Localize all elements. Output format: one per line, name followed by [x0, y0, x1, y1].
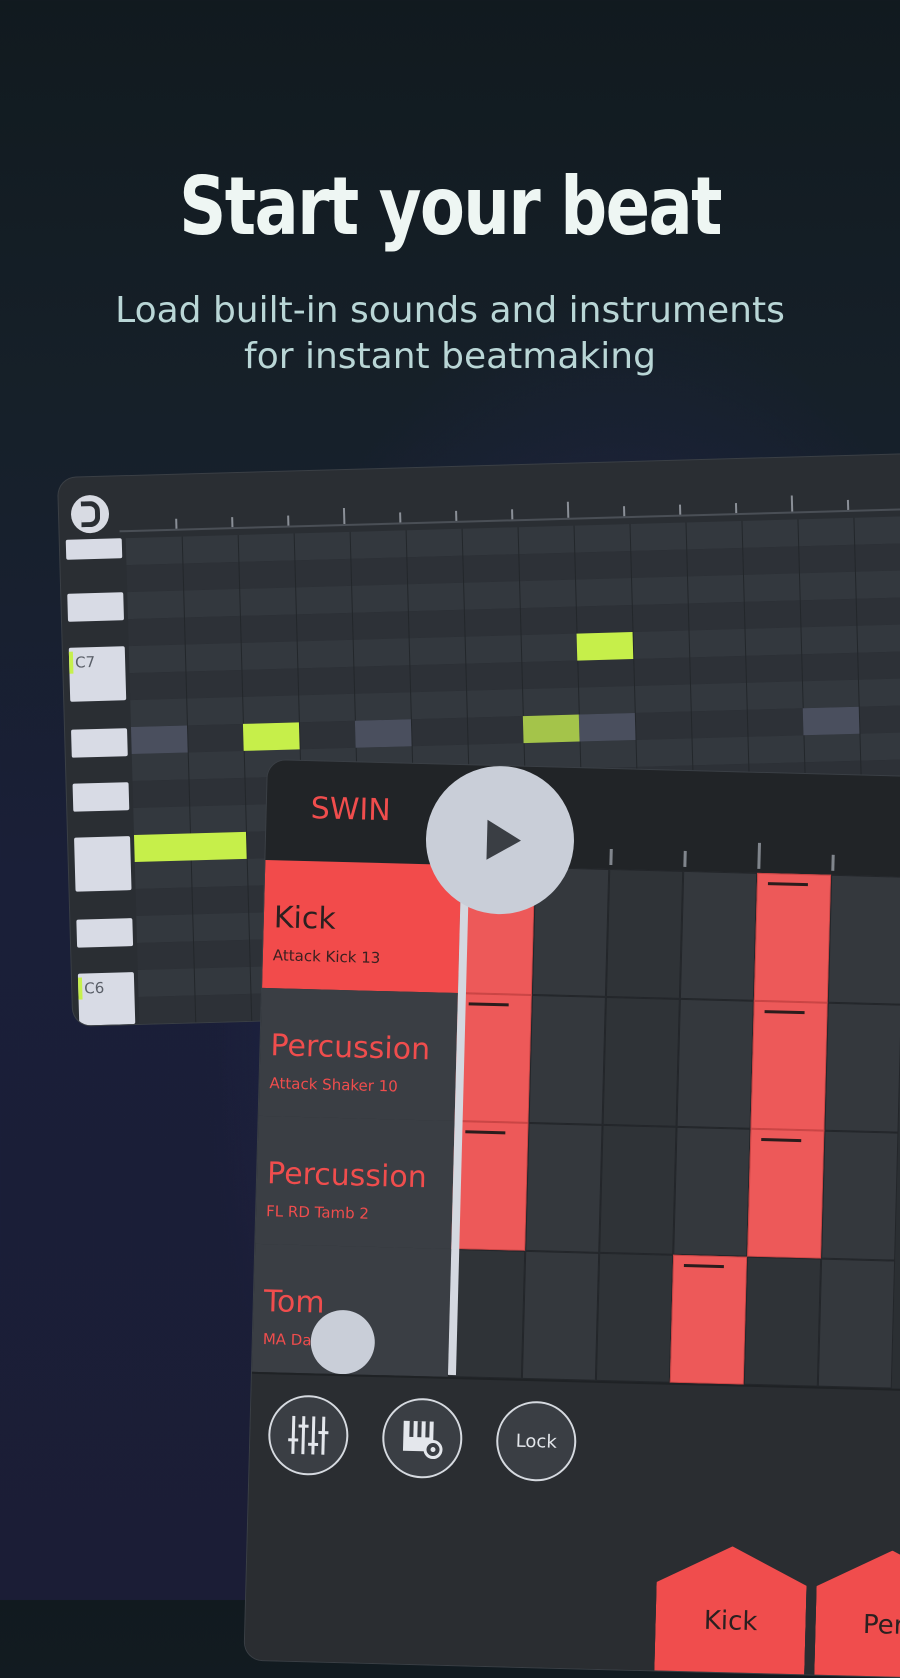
sequencer-header: SWIN: [265, 760, 900, 878]
step-pad[interactable]: [670, 1255, 747, 1385]
track-percussion-1[interactable]: Percussion Attack Shaker 10: [259, 988, 458, 1123]
note[interactable]: [134, 832, 247, 862]
piano-key-c7[interactable]: C7: [69, 646, 126, 702]
step-pad[interactable]: [599, 1125, 676, 1255]
sequencer-toolbar: Lock Kick Perc: [244, 1372, 900, 1678]
step-pad[interactable]: [818, 1259, 895, 1389]
step-pad[interactable]: [448, 1249, 525, 1379]
piano-key[interactable]: [66, 538, 123, 560]
swing-label[interactable]: SWIN: [310, 791, 391, 828]
piano-key[interactable]: [76, 918, 133, 948]
lock-button[interactable]: Lock: [495, 1400, 577, 1482]
piano-key[interactable]: [73, 782, 130, 812]
pad-perc[interactable]: Perc: [814, 1549, 900, 1678]
note[interactable]: [523, 715, 580, 744]
piano-settings-icon: [399, 1415, 446, 1462]
mixer-sliders-icon: [285, 1412, 332, 1459]
step-pad[interactable]: [677, 999, 754, 1129]
hero-subtitle: Load built-in sounds and instruments for…: [40, 288, 860, 380]
step-pad[interactable]: [455, 993, 532, 1123]
step-pad[interactable]: [680, 871, 757, 1001]
piano-key-c6[interactable]: C6: [78, 972, 135, 1026]
step-pad[interactable]: [673, 1127, 750, 1257]
step-pad[interactable]: [603, 997, 680, 1127]
step-pad[interactable]: [828, 875, 900, 1005]
piano-key[interactable]: [67, 592, 124, 622]
hero-subtitle-line-1: Load built-in sounds and instruments: [40, 288, 860, 334]
step-pad[interactable]: [596, 1253, 673, 1383]
piano-key[interactable]: [74, 836, 131, 892]
step-pad[interactable]: [606, 869, 683, 999]
piano-key[interactable]: [71, 728, 128, 758]
step-grid: [448, 865, 900, 1390]
step-pad[interactable]: [525, 1123, 602, 1253]
step-pad[interactable]: [751, 1001, 828, 1131]
step-pad[interactable]: [747, 1129, 824, 1259]
piano-settings-button[interactable]: [381, 1397, 463, 1479]
step-pad[interactable]: [824, 1003, 900, 1133]
step-pad[interactable]: [744, 1257, 821, 1387]
play-icon: [486, 820, 521, 861]
note[interactable]: [577, 632, 634, 661]
step-pad[interactable]: [529, 995, 606, 1125]
step-pad[interactable]: [451, 1121, 528, 1251]
note[interactable]: [243, 722, 300, 751]
step-pad[interactable]: [754, 873, 831, 1003]
hero-title: Start your beat: [81, 160, 819, 253]
step-pad[interactable]: [522, 1251, 599, 1381]
track-percussion-2[interactable]: Percussion FL RD Tamb 2: [255, 1116, 454, 1251]
piano-keys[interactable]: C7 C6: [66, 538, 136, 1025]
step-sequencer-panel: SWIN Kick Attack Kick 13 Percussion Atta…: [244, 760, 900, 1678]
pad-kick[interactable]: Kick: [654, 1544, 808, 1678]
magnet-icon[interactable]: [70, 495, 109, 534]
step-pad[interactable]: [821, 1131, 898, 1261]
mixer-button[interactable]: [267, 1394, 349, 1476]
track-kick[interactable]: Kick Attack Kick 13: [262, 860, 461, 995]
hero-subtitle-line-2: for instant beatmaking: [40, 334, 860, 380]
